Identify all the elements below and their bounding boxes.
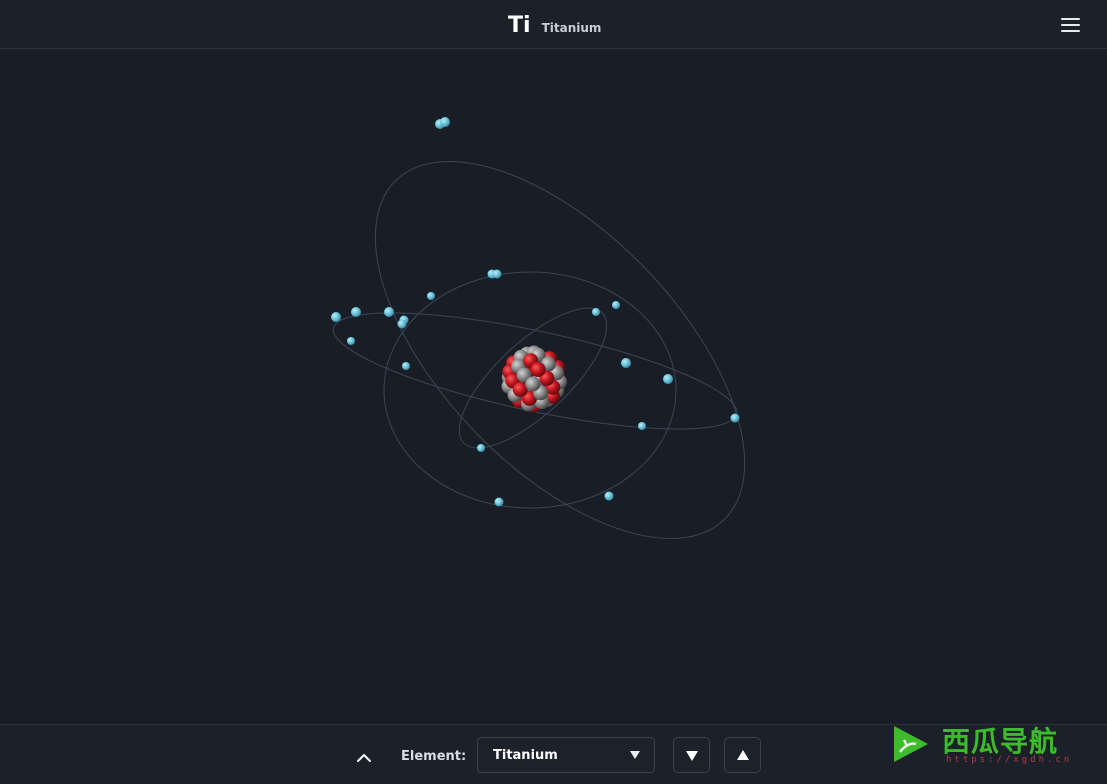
play-leaf-logo-icon xyxy=(894,726,928,762)
electron xyxy=(592,308,600,316)
electron xyxy=(612,301,620,309)
electron xyxy=(427,292,435,300)
electrons xyxy=(331,117,740,507)
electron xyxy=(384,307,394,317)
element-name: Titanium xyxy=(541,21,602,35)
caret-down-icon xyxy=(630,751,640,759)
electron xyxy=(638,422,646,430)
previous-element-button[interactable] xyxy=(673,737,710,773)
electron xyxy=(621,358,631,368)
electron xyxy=(397,319,407,329)
electron xyxy=(477,444,485,452)
element-title: Ti Titanium xyxy=(508,13,601,38)
chevron-up-icon[interactable] xyxy=(352,747,376,767)
element-symbol: Ti xyxy=(508,13,531,38)
electron xyxy=(604,491,614,501)
proton xyxy=(530,362,546,378)
electron xyxy=(494,497,504,507)
triangle-up-icon xyxy=(737,750,749,760)
triangle-down-icon xyxy=(686,751,698,761)
nucleus xyxy=(501,345,568,413)
element-select-value: Titanium xyxy=(493,748,558,763)
hamburger-menu-icon[interactable] xyxy=(1058,14,1082,36)
electron xyxy=(331,312,341,322)
neutron xyxy=(525,376,541,392)
watermark-url: https://xgdh.cn xyxy=(946,755,1073,765)
watermark-text: 西瓜导航 xyxy=(942,725,1059,758)
element-label: Element: xyxy=(401,749,467,764)
atom-visualization[interactable] xyxy=(0,50,1107,724)
top-bar: Ti Titanium xyxy=(0,0,1107,49)
next-element-button[interactable] xyxy=(724,737,761,773)
electron xyxy=(492,269,502,279)
orbit-ring xyxy=(374,160,746,540)
electron xyxy=(663,374,673,384)
electron xyxy=(351,307,361,317)
electron xyxy=(402,362,410,370)
watermark: 西瓜导航 https://xgdh.cn xyxy=(890,722,1100,770)
electron xyxy=(347,337,355,345)
element-select[interactable]: Titanium xyxy=(477,737,655,773)
electron xyxy=(440,117,450,127)
electron xyxy=(730,413,740,423)
